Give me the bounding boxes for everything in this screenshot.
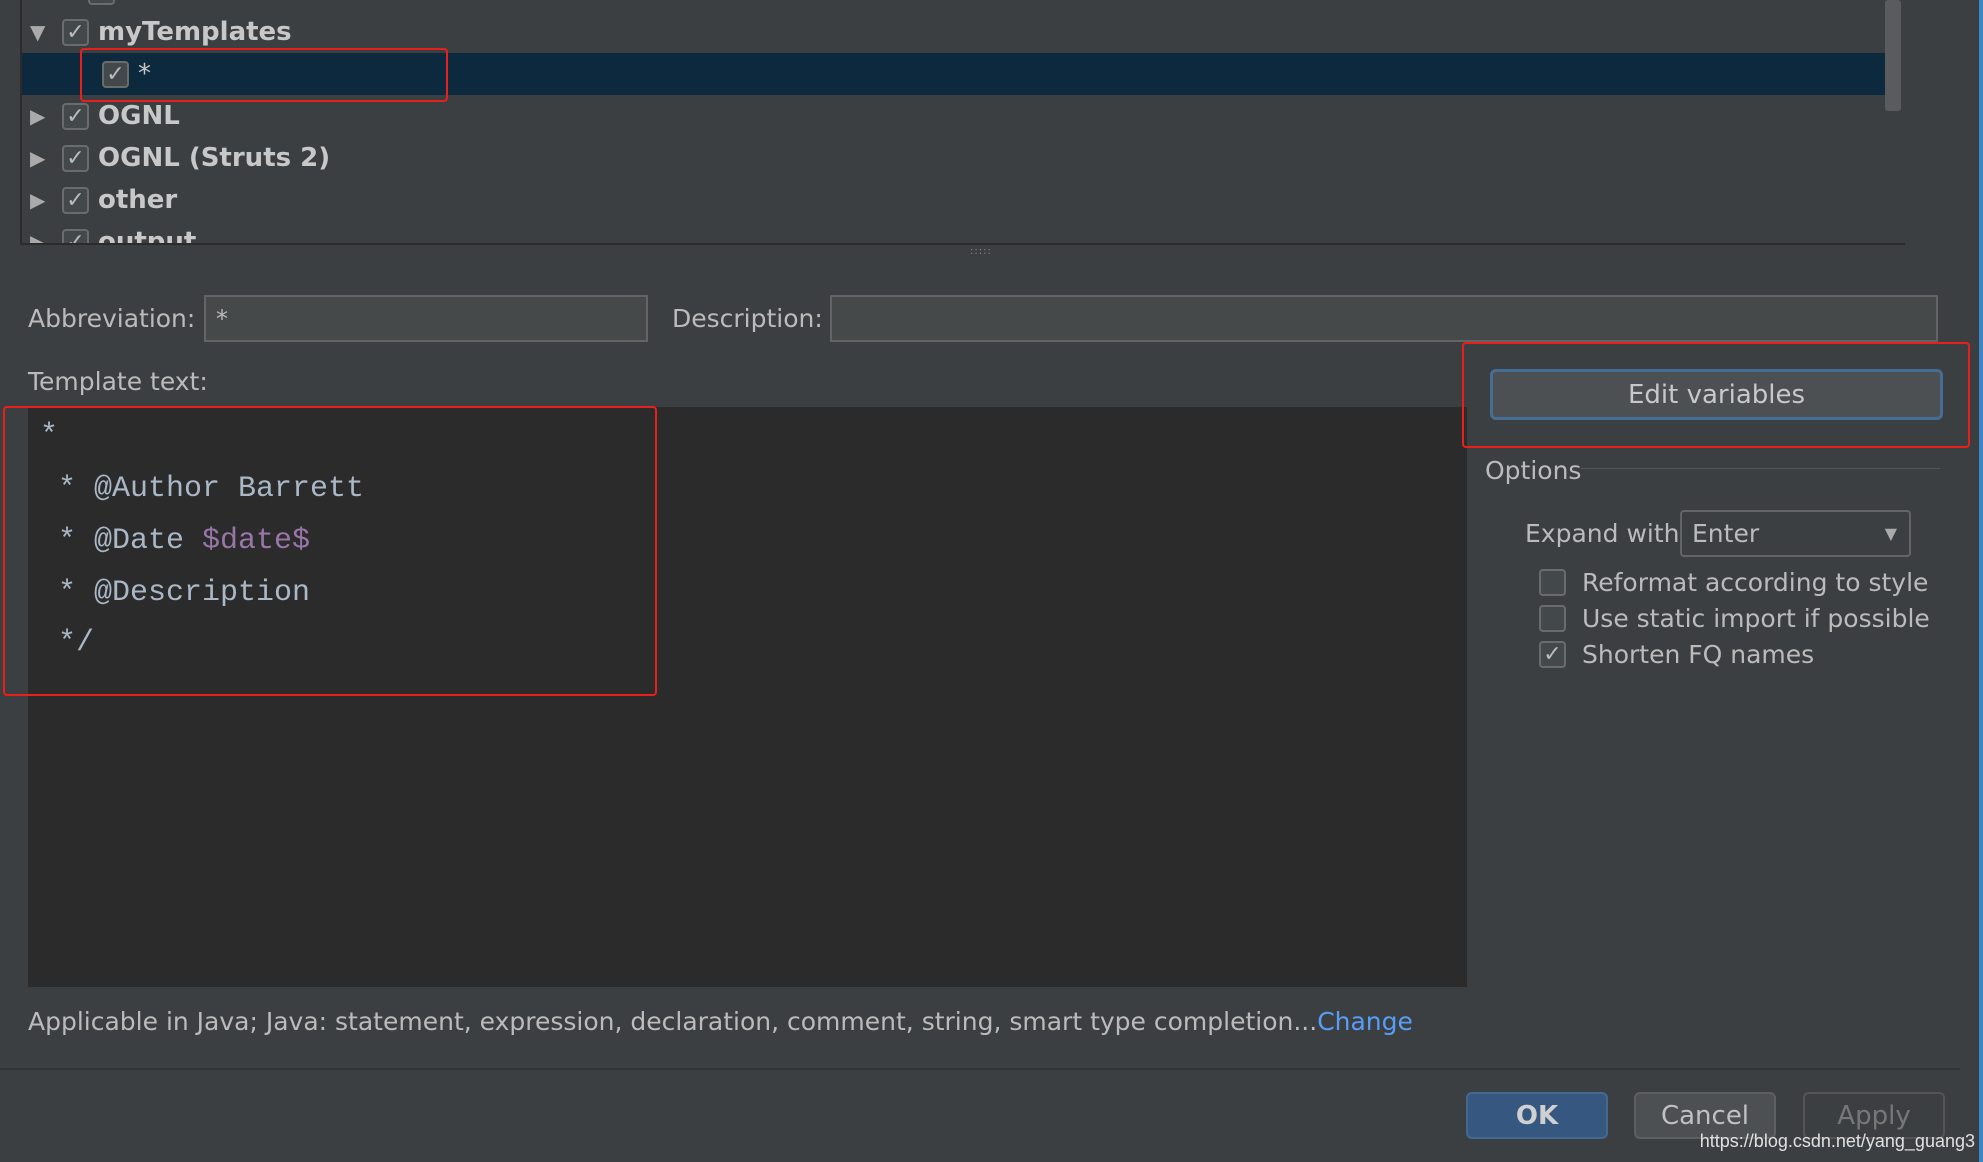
checkbox-checked-icon[interactable]: ✓ [62,102,89,130]
description-input[interactable] [830,295,1938,342]
options-title: Options [1485,456,1582,485]
abbreviation-label: Abbreviation: [28,304,196,333]
checkbox-checked-icon[interactable]: ✓ [62,144,89,172]
applicable-context: Applicable in Java; Java: statement, exp… [28,1007,1413,1036]
template-text-label: Template text: [28,367,208,396]
highlight-box-edit-variables [1462,342,1970,448]
checkbox[interactable] [88,0,115,5]
tree-row-mytemplates[interactable]: ▼ ✓ myTemplates [22,11,1887,53]
tree-row-output[interactable]: ▶ ✓ output [22,221,1887,243]
tree-row-ognl-struts[interactable]: ▶ ✓ OGNL (Struts 2) [22,137,1887,179]
highlight-box-tree [80,48,448,102]
tree-row-other[interactable]: ▶ ✓ other [22,179,1887,221]
checkbox-checked-icon[interactable]: ✓ [62,18,89,46]
expand-with-label: Expand with [1525,519,1680,548]
abbreviation-input[interactable]: * [204,295,648,342]
checkbox-unchecked-icon[interactable] [1539,605,1566,632]
collapsed-arrow-icon[interactable]: ▶ [30,104,50,128]
change-link[interactable]: Change [1317,1007,1413,1036]
window-edge [1979,0,1983,1162]
options-divider [1581,468,1940,469]
collapsed-arrow-icon[interactable]: ▶ [30,146,50,170]
static-import-option[interactable]: Use static import if possible [1539,604,1930,633]
expand-with-value: Enter [1692,519,1760,548]
expand-with-dropdown[interactable]: Enter ▼ [1680,510,1911,557]
chevron-down-icon: ▼ [1884,524,1897,543]
reformat-option[interactable]: Reformat according to style [1539,568,1928,597]
expanded-arrow-icon[interactable]: ▼ [30,20,50,44]
ok-button[interactable]: OK [1466,1092,1608,1139]
highlight-box-editor [3,406,657,696]
template-tree: ▼ ✓ myTemplates ✓ * ▶ ✓ OGNL ▶ ✓ OGNL (S… [20,0,1905,245]
shorten-fq-option[interactable]: ✓ Shorten FQ names [1539,640,1814,669]
collapsed-arrow-icon[interactable]: ▶ [30,188,50,212]
collapsed-arrow-icon[interactable]: ▶ [30,230,50,243]
checkbox-checked-icon[interactable]: ✓ [62,228,89,243]
splitter-handle[interactable]: ::::: [970,246,992,257]
tree-scrollbar[interactable] [1885,0,1901,111]
description-label: Description: [672,304,823,333]
checkbox-checked-icon[interactable]: ✓ [1539,641,1566,668]
checkbox-checked-icon[interactable]: ✓ [62,186,89,214]
checkbox-unchecked-icon[interactable] [1539,569,1566,596]
watermark: https://blog.csdn.net/yang_guang3 [1699,1131,1975,1151]
footer-divider [0,1068,1960,1070]
